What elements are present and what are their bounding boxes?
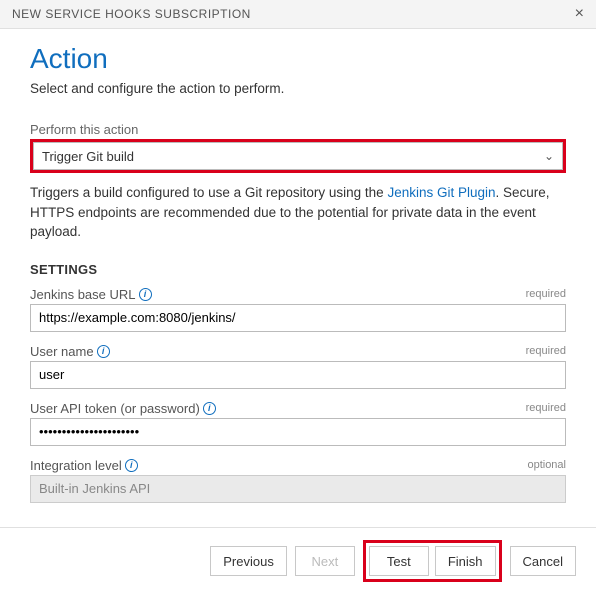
action-select-value: Trigger Git build (42, 149, 134, 164)
info-icon[interactable]: i (125, 459, 138, 472)
username-input[interactable] (30, 361, 566, 389)
info-icon[interactable]: i (97, 345, 110, 358)
action-select-label: Perform this action (30, 122, 566, 137)
next-button: Next (295, 546, 355, 576)
integration-input[interactable] (30, 475, 566, 503)
jenkins-url-row: Jenkins base URL i required (30, 287, 566, 332)
required-tag: required (526, 402, 566, 414)
dialog-header: NEW SERVICE HOOKS SUBSCRIPTION × (0, 0, 596, 29)
previous-button[interactable]: Previous (210, 546, 287, 576)
api-token-label: User API token (or password) (30, 401, 200, 416)
page-heading: Action (30, 43, 566, 75)
finish-button[interactable]: Finish (435, 546, 496, 576)
required-tag: required (526, 288, 566, 300)
required-tag: required (526, 345, 566, 357)
close-icon[interactable]: × (575, 6, 584, 22)
settings-heading: SETTINGS (30, 262, 566, 277)
info-icon[interactable]: i (139, 288, 152, 301)
api-token-input[interactable] (30, 418, 566, 446)
action-select-highlight: Trigger Git build ⌄ (30, 139, 566, 173)
action-select[interactable]: Trigger Git build ⌄ (33, 142, 563, 170)
test-finish-highlight: Test Finish (363, 540, 502, 582)
integration-row: Integration level i optional (30, 458, 566, 503)
optional-tag: optional (527, 459, 566, 471)
page-subtitle: Select and configure the action to perfo… (30, 81, 566, 96)
jenkins-url-input[interactable] (30, 304, 566, 332)
info-icon[interactable]: i (203, 402, 216, 415)
username-label: User name (30, 344, 94, 359)
dialog-title: NEW SERVICE HOOKS SUBSCRIPTION (12, 7, 251, 21)
integration-label: Integration level (30, 458, 122, 473)
desc-pre: Triggers a build configured to use a Git… (30, 185, 387, 200)
username-row: User name i required (30, 344, 566, 389)
jenkins-url-label: Jenkins base URL (30, 287, 136, 302)
test-button[interactable]: Test (369, 546, 429, 576)
dialog-content: Action Select and configure the action t… (0, 29, 596, 525)
dialog-footer: Previous Next Test Finish Cancel (0, 527, 596, 594)
action-description: Triggers a build configured to use a Git… (30, 183, 566, 242)
api-token-row: User API token (or password) i required (30, 401, 566, 446)
chevron-down-icon: ⌄ (544, 149, 554, 163)
cancel-button[interactable]: Cancel (510, 546, 576, 576)
jenkins-git-plugin-link[interactable]: Jenkins Git Plugin (387, 185, 495, 200)
